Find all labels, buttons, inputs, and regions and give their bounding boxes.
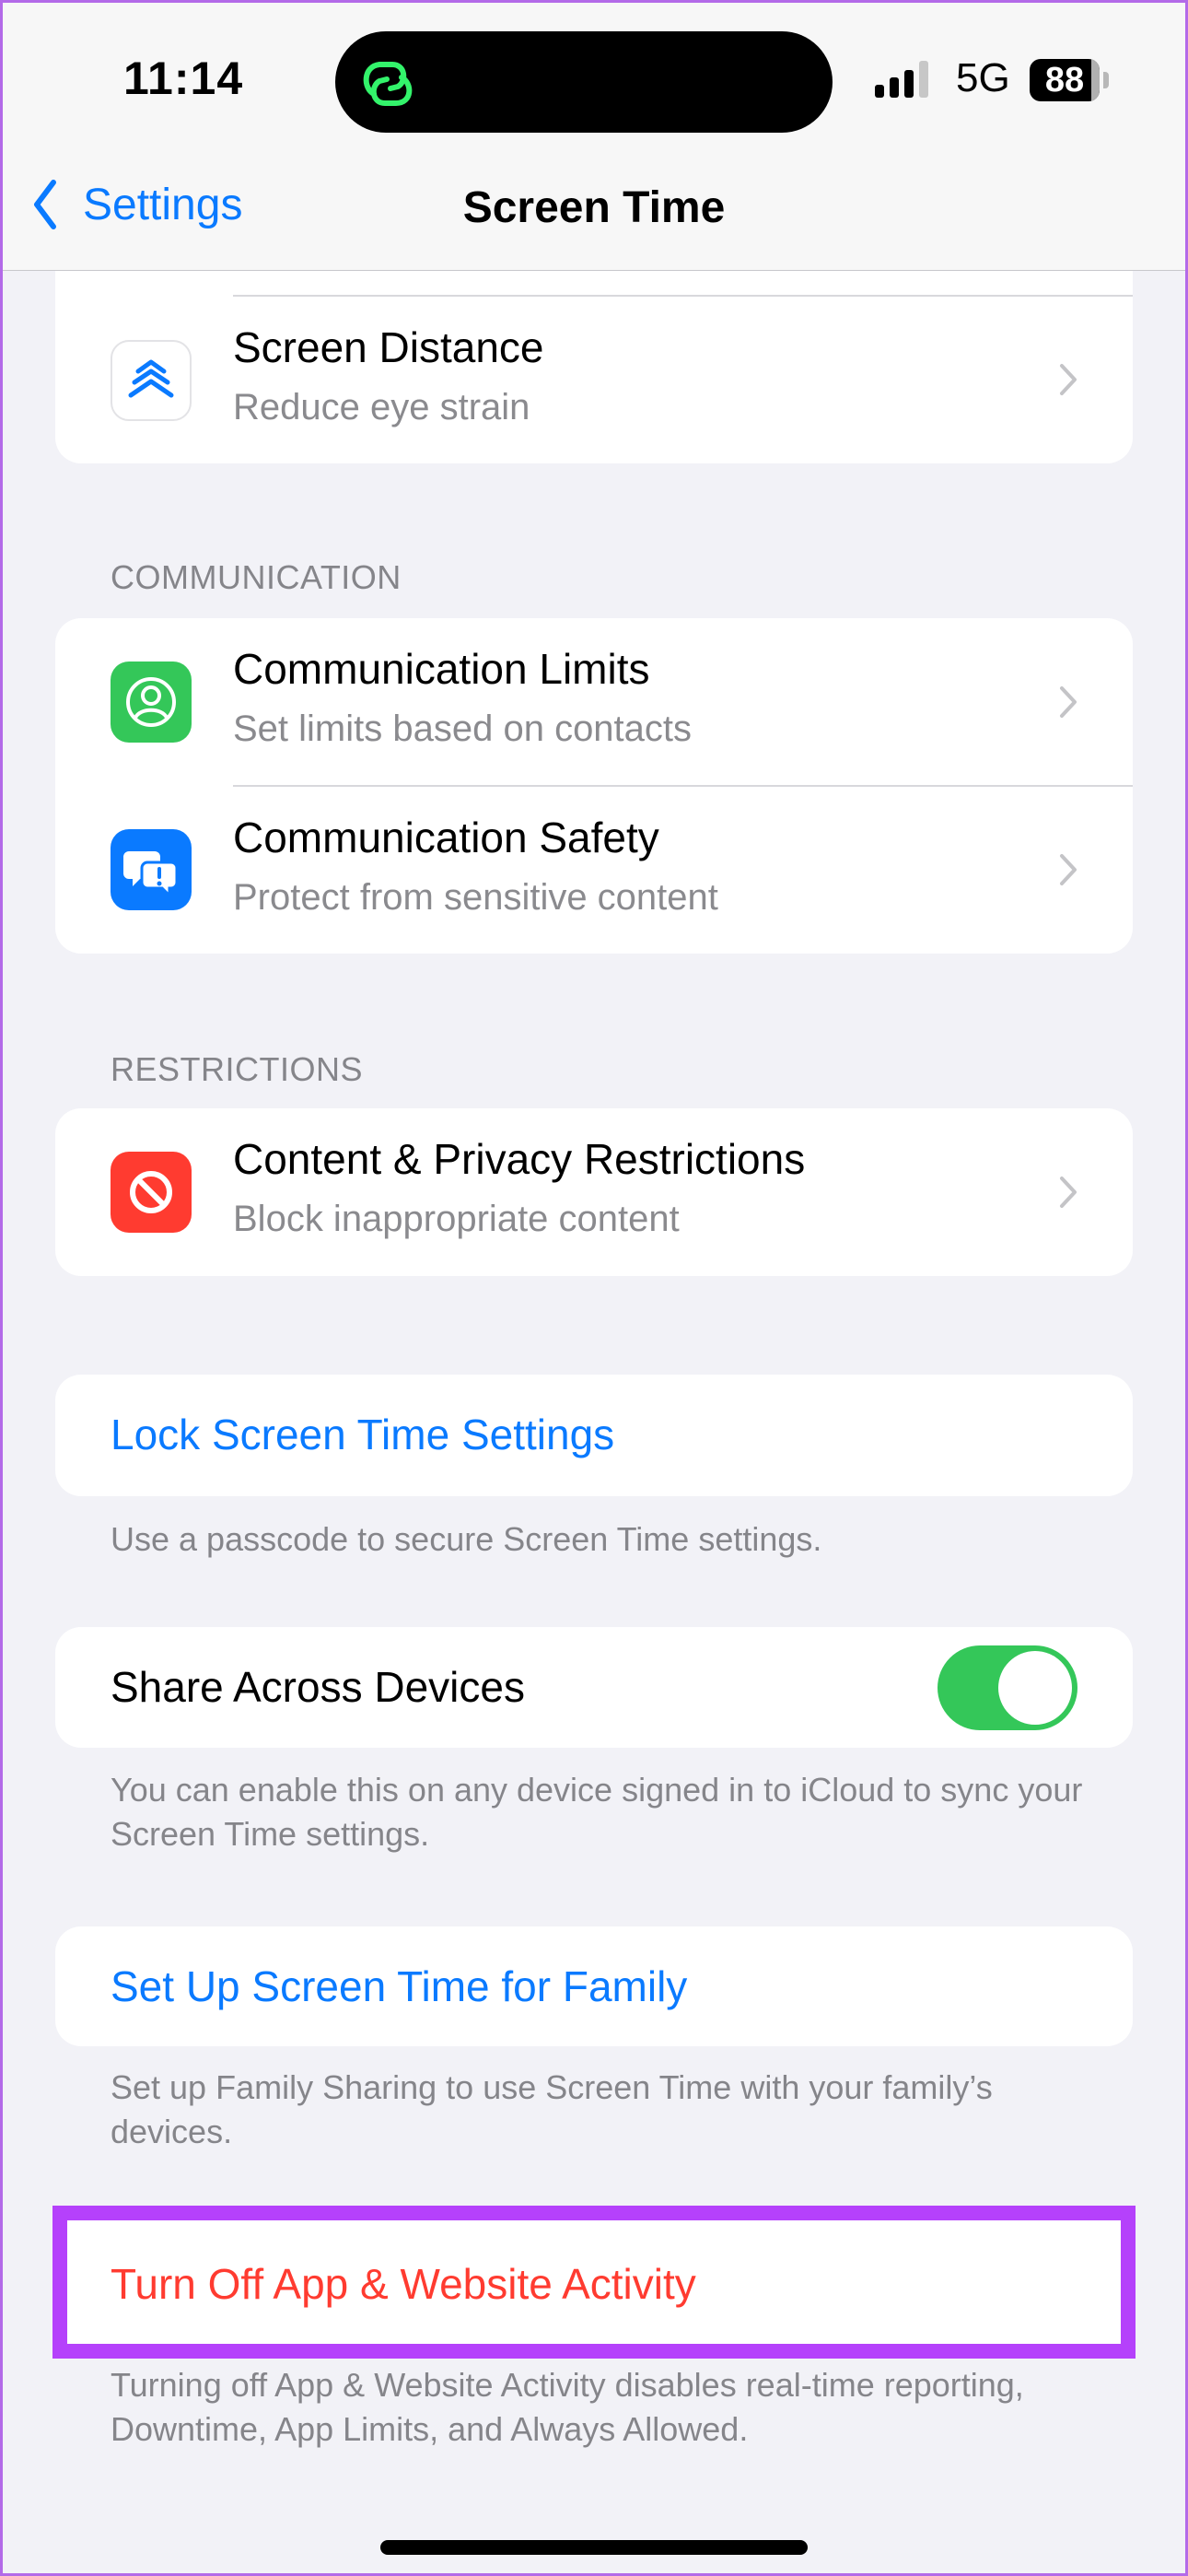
communication-card: Communication Limits Set limits based on…: [55, 618, 1133, 954]
page-title: Screen Time: [462, 183, 726, 232]
chat-bubbles-alert-icon: [123, 851, 179, 897]
section-header-restrictions: RESTRICTIONS: [111, 1050, 364, 1088]
toggle-knob: [998, 1651, 1072, 1725]
row-subtitle: Reduce eye strain: [233, 387, 530, 427]
battery-level: 88: [1044, 61, 1085, 100]
turn-off-activity-footer: Turning off App & Website Activity disab…: [111, 2366, 1024, 2448]
list-item-communication-safety[interactable]: Communication Safety Protect from sensit…: [55, 787, 1133, 954]
lock-settings-footer: Use a passcode to secure Screen Time set…: [111, 1520, 822, 1558]
row-title: Screen Distance: [233, 323, 544, 371]
row-subtitle: Set limits based on contacts: [233, 708, 693, 749]
link-icon: [363, 62, 413, 106]
list-item-screen-distance[interactable]: Screen Distance Reduce eye strain: [55, 297, 1133, 463]
setup-family-button[interactable]: Set Up Screen Time for Family: [55, 1926, 1133, 2046]
chevron-right-icon: [1060, 686, 1077, 718]
setup-family-footer: Set up Family Sharing to use Screen Time…: [111, 2068, 993, 2150]
row-title: Communication Limits: [233, 645, 650, 693]
home-indicator[interactable]: [380, 2540, 808, 2555]
row-title: Communication Safety: [233, 814, 659, 861]
prohibited-icon: [130, 1171, 172, 1213]
screen-distance-icon: [111, 340, 192, 421]
share-across-devices-row: Share Across Devices: [55, 1627, 1133, 1748]
turn-off-activity-button[interactable]: Turn Off App & Website Activity: [55, 2220, 1133, 2348]
section-header-communication: COMMUNICATION: [111, 558, 402, 596]
content-privacy-icon: [111, 1152, 192, 1233]
battery-nub: [1103, 72, 1109, 88]
lock-settings-label: Lock Screen Time Settings: [111, 1411, 615, 1458]
status-time: 11:14: [123, 53, 244, 104]
battery-icon: 88: [1030, 59, 1100, 101]
top-bar: 11:14 5G 88 Settings Screen Time: [0, 0, 1188, 271]
communication-limits-icon: [111, 662, 192, 743]
communication-safety-icon: [111, 829, 192, 910]
row-title: Content & Privacy Restrictions: [233, 1135, 806, 1183]
double-chevron-up-icon: [128, 359, 174, 398]
person-circle-icon: [126, 677, 176, 727]
chevron-right-icon: [1060, 1177, 1077, 1208]
dynamic-island[interactable]: [335, 31, 833, 133]
row-subtitle: Protect from sensitive content: [233, 877, 718, 918]
setup-family-label: Set Up Screen Time for Family: [111, 1962, 688, 2010]
chevron-right-icon: [1060, 364, 1077, 395]
share-across-devices-footer: You can enable this on any device signed…: [111, 1771, 1083, 1853]
lock-settings-button[interactable]: Lock Screen Time Settings: [55, 1375, 1133, 1496]
turn-off-activity-label: Turn Off App & Website Activity: [111, 2260, 696, 2308]
row-subtitle: Block inappropriate content: [233, 1199, 680, 1239]
network-type: 5G: [956, 55, 1010, 100]
restrictions-card: Content & Privacy Restrictions Block ina…: [55, 1108, 1133, 1276]
list-item-communication-limits[interactable]: Communication Limits Set limits based on…: [55, 618, 1133, 786]
cellular-signal-icon: [875, 61, 928, 98]
list-item-content-privacy-restrictions[interactable]: Content & Privacy Restrictions Block ina…: [55, 1108, 1133, 1276]
chevron-right-icon: [1060, 854, 1077, 885]
share-across-devices-label: Share Across Devices: [111, 1663, 525, 1711]
share-across-devices-toggle[interactable]: [938, 1645, 1077, 1730]
